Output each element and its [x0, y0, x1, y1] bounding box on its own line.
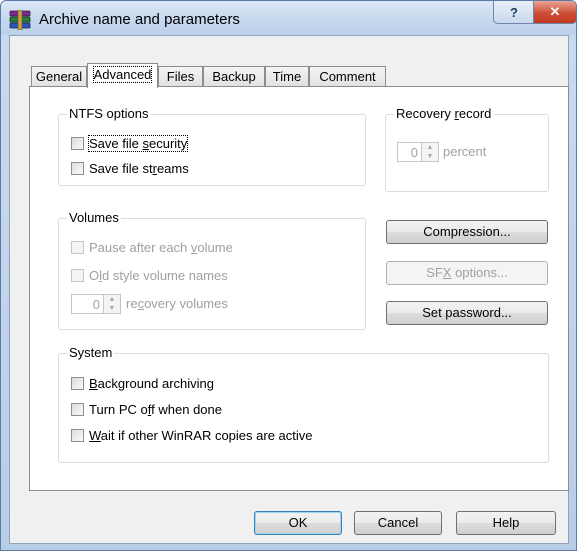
turn-pc-off-checkbox[interactable]	[71, 402, 84, 416]
recovery-percent-unit: percent	[443, 144, 487, 159]
spin-down-icon[interactable]: ▼	[422, 152, 438, 161]
background-archiving-checkbox[interactable]	[71, 376, 84, 390]
cancel-button[interactable]: Cancel	[354, 511, 442, 535]
title-bar[interactable]: Archive name and parameters ? ✕	[1, 1, 576, 35]
pause-after-volume-label: Pause after each volume	[89, 239, 233, 255]
save-file-security-option[interactable]: Save file security	[71, 134, 189, 152]
recovery-record-group: Recovery record 0 ▲ ▼ percent	[385, 106, 549, 192]
volumes-title: Volumes	[67, 210, 121, 226]
turn-pc-off-label: Turn PC off when done	[89, 401, 222, 417]
system-title: System	[67, 345, 115, 361]
compression-button[interactable]: Compression...	[386, 220, 548, 244]
save-file-security-checkbox[interactable]	[71, 136, 84, 150]
system-group: System Background archiving Turn PC off …	[58, 345, 549, 463]
save-file-streams-label: Save file streams	[89, 160, 189, 176]
spin-up-icon[interactable]: ▲	[422, 143, 438, 152]
background-archiving-option[interactable]: Background archiving	[71, 374, 214, 392]
wait-other-copies-checkbox[interactable]	[71, 428, 84, 442]
wait-other-copies-option[interactable]: Wait if other WinRAR copies are active	[71, 426, 313, 444]
tab-general[interactable]: General	[31, 66, 87, 86]
recovery-volumes-value: 0	[92, 297, 100, 312]
dialog-window: Archive name and parameters ? ✕ General …	[0, 0, 577, 551]
recovery-volumes-label: recovery volumes	[126, 296, 228, 311]
save-file-security-label: Save file security	[87, 134, 189, 152]
tab-advanced-label: Advanced	[92, 66, 153, 83]
advanced-tab-panel: NTFS options Save file security Save fil…	[29, 86, 569, 491]
winrar-icon	[9, 10, 31, 30]
spin-down-icon[interactable]: ▼	[104, 304, 120, 313]
tab-time[interactable]: Time	[265, 66, 309, 86]
help-button[interactable]: Help	[456, 511, 556, 535]
recovery-record-title: Recovery record	[394, 106, 494, 122]
window-title: Archive name and parameters	[39, 11, 240, 28]
spin-up-icon[interactable]: ▲	[104, 295, 120, 304]
tab-comment[interactable]: Comment	[309, 66, 386, 86]
old-style-names-option[interactable]: Old style volume names	[71, 266, 228, 284]
recovery-percent-spinner[interactable]: 0 ▲ ▼	[397, 142, 439, 162]
turn-pc-off-option[interactable]: Turn PC off when done	[71, 400, 222, 418]
save-file-streams-checkbox[interactable]	[71, 161, 84, 175]
question-mark-icon: ?	[510, 4, 518, 20]
ntfs-options-group: NTFS options Save file security Save fil…	[58, 106, 366, 186]
tab-backup[interactable]: Backup	[203, 66, 265, 86]
volumes-spinner-arrows[interactable]: ▲ ▼	[103, 295, 120, 313]
ntfs-options-title: NTFS options	[67, 106, 151, 122]
sfx-options-button[interactable]: SFX options...	[386, 261, 548, 285]
pause-after-volume-option[interactable]: Pause after each volume	[71, 238, 233, 256]
wait-other-copies-label: Wait if other WinRAR copies are active	[89, 427, 313, 443]
recovery-volumes-spinner[interactable]: 0 ▲ ▼	[71, 294, 121, 314]
help-caption-button[interactable]: ?	[493, 1, 535, 24]
set-password-button[interactable]: Set password...	[386, 301, 548, 325]
ok-button[interactable]: OK	[254, 511, 342, 535]
pause-after-volume-checkbox[interactable]	[71, 240, 84, 254]
spinner-arrows[interactable]: ▲ ▼	[421, 143, 438, 161]
old-style-names-label: Old style volume names	[89, 267, 228, 283]
tab-advanced[interactable]: Advanced	[87, 63, 158, 88]
volumes-group: Volumes Pause after each volume Old styl…	[58, 210, 366, 330]
recovery-percent-value: 0	[410, 145, 418, 160]
close-icon: ✕	[549, 4, 561, 19]
old-style-names-checkbox[interactable]	[71, 268, 84, 282]
background-archiving-label: Background archiving	[89, 375, 215, 391]
tab-files[interactable]: Files	[158, 66, 203, 86]
close-button[interactable]: ✕	[533, 1, 576, 24]
save-file-streams-option[interactable]: Save file streams	[71, 159, 189, 177]
